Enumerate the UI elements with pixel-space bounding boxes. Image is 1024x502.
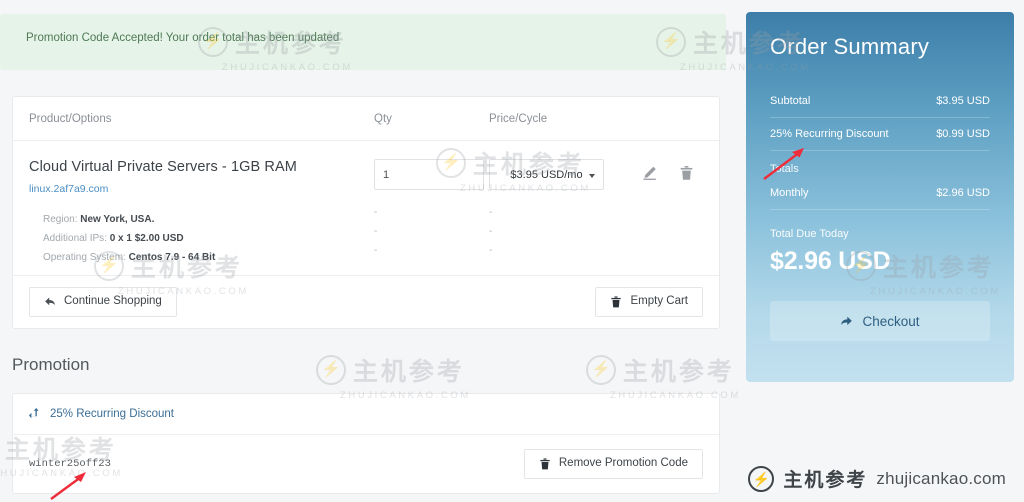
trash-icon xyxy=(540,458,550,470)
billing-cycle-value: $3.95 USD/mo xyxy=(510,168,583,181)
total-due-today-amount: $2.96 USD xyxy=(770,247,891,275)
line-item-actions xyxy=(642,165,694,181)
promo-accepted-alert: Promotion Code Accepted! Your order tota… xyxy=(0,14,726,70)
cart-card-footer: Continue Shopping Empty Cart xyxy=(13,275,719,328)
cart-card: Product/Options Qty Price/Cycle Cloud Vi… xyxy=(12,96,720,329)
product-domain-link[interactable]: linux.2af7a9.com xyxy=(29,183,108,195)
promotion-code-text: winter25off23 xyxy=(29,458,111,470)
summary-value: $2.96 USD xyxy=(936,187,990,199)
dash: - xyxy=(489,207,493,218)
empty-cart-label: Empty Cart xyxy=(630,295,688,308)
remove-promotion-label: Remove Promotion Code xyxy=(558,457,688,470)
level-up-arrow-icon xyxy=(29,408,39,419)
summary-label: 25% Recurring Discount xyxy=(770,128,889,140)
dash: - xyxy=(489,245,493,256)
price-cycle-cell: $3.95 USD/mo - - - xyxy=(489,159,703,260)
dash: - xyxy=(374,226,378,237)
product-title: Cloud Virtual Private Servers - 1GB RAM xyxy=(29,159,297,175)
chevron-down-icon xyxy=(589,174,595,178)
billing-cycle-select[interactable]: $3.95 USD/mo xyxy=(489,159,604,190)
summary-row-discount: 25% Recurring Discount $0.99 USD xyxy=(770,118,990,151)
promotion-heading: Promotion xyxy=(12,355,90,374)
qty-dash-column: - - - xyxy=(374,190,489,260)
option-label: Region: xyxy=(43,214,78,225)
option-label: Operating System: xyxy=(43,252,126,263)
cart-main-column: Promotion Code Accepted! Your order tota… xyxy=(0,0,726,494)
alert-message: Promotion Code Accepted! Your order tota… xyxy=(26,32,340,44)
cart-table-header: Product/Options Qty Price/Cycle xyxy=(13,97,719,141)
option-value: Centos 7.9 - 64 Bit xyxy=(128,252,216,263)
summary-label: Monthly xyxy=(770,187,809,199)
edit-pencil-icon[interactable] xyxy=(642,165,657,181)
dash: - xyxy=(489,226,493,237)
summary-row-monthly: Monthly $2.96 USD xyxy=(770,177,990,210)
header-qty: Qty xyxy=(374,112,392,125)
header-product: Product/Options xyxy=(29,112,112,125)
cart-table-body: Cloud Virtual Private Servers - 1GB RAM … xyxy=(13,141,719,275)
option-value: 0 x 1 $2.00 USD xyxy=(109,233,184,244)
option-value: New York, USA. xyxy=(80,214,155,225)
product-info-cell: Cloud Virtual Private Servers - 1GB RAM … xyxy=(29,159,374,267)
remove-promotion-code-button[interactable]: Remove Promotion Code xyxy=(523,449,703,479)
promotion-card: 25% Recurring Discount winter25off23 Rem… xyxy=(12,393,720,494)
product-options-list: Region: New York, USA. Additional IPs: 0… xyxy=(29,210,374,267)
order-summary-title: Order Summary xyxy=(770,34,930,59)
dash: - xyxy=(374,207,378,218)
quantity-input[interactable] xyxy=(374,159,484,190)
summary-label: Subtotal xyxy=(770,95,811,107)
option-label: Additional IPs: xyxy=(43,233,107,244)
summary-row-subtotal: Subtotal $3.95 USD xyxy=(770,85,990,118)
checkout-button[interactable]: Checkout xyxy=(770,301,990,341)
arrow-left-icon xyxy=(45,297,55,306)
summary-value: $0.99 USD xyxy=(936,128,990,140)
product-option-operating-system: Operating System: Centos 7.9 - 64 Bit xyxy=(29,248,374,267)
header-price-cycle: Price/Cycle xyxy=(489,112,548,125)
arrow-right-icon xyxy=(841,316,853,325)
price-dash-column: - - - xyxy=(489,190,604,260)
applied-promotion-label: 25% Recurring Discount xyxy=(50,408,175,420)
dash: - xyxy=(374,245,378,256)
trash-icon xyxy=(611,296,622,308)
cart-line-item: Cloud Virtual Private Servers - 1GB RAM … xyxy=(29,159,703,267)
qty-cell: - - - xyxy=(374,159,489,260)
product-option-additional-ips: Additional IPs: 0 x 1 $2.00 USD xyxy=(29,229,374,248)
brand-logo-icon: ⚡ xyxy=(748,465,775,492)
checkout-label: Checkout xyxy=(862,313,920,329)
product-option-region: Region: New York, USA. xyxy=(29,210,374,229)
total-due-today-label: Total Due Today xyxy=(770,228,849,240)
summary-value: $3.95 USD xyxy=(936,95,990,107)
promotion-card-footer: winter25off23 Remove Promotion Code xyxy=(13,435,719,493)
continue-shopping-label: Continue Shopping xyxy=(64,295,162,308)
applied-promotion-row: 25% Recurring Discount xyxy=(13,394,719,435)
trash-delete-icon[interactable] xyxy=(679,165,694,181)
brand-cn-text: 主机参考 xyxy=(783,469,868,491)
summary-totals-label: Totals xyxy=(770,163,799,175)
order-summary-panel: Order Summary Subtotal $3.95 USD 25% Rec… xyxy=(746,12,1014,382)
continue-shopping-button[interactable]: Continue Shopping xyxy=(29,287,177,317)
brand-url-text: zhujicankao.com xyxy=(876,468,1006,488)
empty-cart-button[interactable]: Empty Cart xyxy=(595,287,703,317)
brand-footer: ⚡ 主机参考 zhujicankao.com xyxy=(748,465,1006,492)
